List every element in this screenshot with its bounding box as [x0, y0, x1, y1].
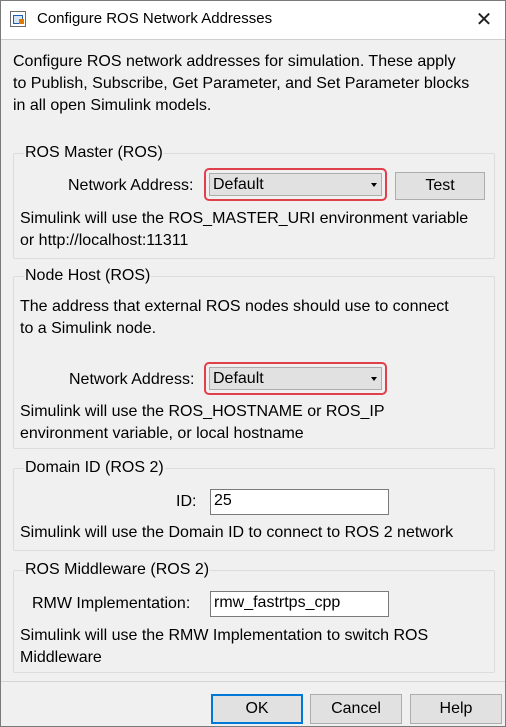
ros-master-group: ROS Master (ROS) Network Address: Defaul…: [13, 142, 495, 259]
master-desc-line-1: Simulink will use the ROS_MASTER_URI env…: [20, 210, 469, 227]
test-button[interactable]: Test: [395, 172, 485, 200]
master-network-address-highlight: Default: [204, 168, 387, 201]
middleware-desc-line-2: Middleware: [20, 649, 102, 666]
intro-line-1: Configure ROS network addresses for simu…: [13, 53, 456, 70]
rmw-implementation-label: RMW Implementation:: [32, 595, 191, 612]
intro-line-3: in all open Simulink models.: [13, 97, 212, 114]
master-network-address-dropdown[interactable]: Default: [209, 173, 382, 196]
middleware-title: ROS Middleware (ROS 2): [24, 559, 211, 581]
close-icon[interactable]: ✕: [463, 1, 505, 39]
middleware-desc-line-1: Simulink will use the RMW Implementation…: [20, 627, 429, 644]
ros-master-title: ROS Master (ROS): [24, 142, 164, 164]
dialog-window: Configure ROS Network Addresses ✕ Config…: [0, 0, 506, 727]
node-host-intro-line-2: to a Simulink node.: [20, 320, 157, 337]
domain-id-title: Domain ID (ROS 2): [24, 457, 165, 479]
master-network-address-value: Default: [213, 176, 264, 193]
host-network-address-label: Network Address:: [69, 371, 195, 388]
intro-line-2: to Publish, Subscribe, Get Parameter, an…: [13, 75, 470, 92]
window-title: Configure ROS Network Addresses: [37, 10, 273, 27]
chevron-down-icon: [371, 183, 377, 187]
master-desc-line-2: or http://localhost:11311: [20, 232, 189, 249]
chevron-down-icon: [371, 377, 377, 381]
host-desc-line-1: Simulink will use the ROS_HOSTNAME or RO…: [20, 403, 385, 420]
title-bar[interactable]: Configure ROS Network Addresses ✕: [1, 1, 505, 39]
domain-id-group: Domain ID (ROS 2) ID: 25 Simulink will u…: [13, 457, 495, 551]
rmw-implementation-input[interactable]: rmw_fastrtps_cpp: [210, 591, 389, 617]
cancel-button[interactable]: Cancel: [310, 694, 402, 724]
domain-id-desc: Simulink will use the Domain ID to conne…: [20, 524, 454, 541]
ok-button[interactable]: OK: [211, 694, 303, 724]
help-button[interactable]: Help: [410, 694, 502, 724]
master-network-address-label: Network Address:: [68, 177, 194, 194]
node-host-title: Node Host (ROS): [24, 265, 152, 287]
host-network-address-highlight: Default: [204, 362, 387, 395]
middleware-group: ROS Middleware (ROS 2) RMW Implementatio…: [13, 559, 495, 673]
intro-text: Configure ROS network addresses for simu…: [13, 51, 497, 117]
host-desc-line-2: environment variable, or local hostname: [20, 425, 304, 442]
simulink-app-icon: [10, 11, 26, 27]
domain-id-label: ID:: [176, 493, 197, 510]
host-network-address-value: Default: [213, 370, 264, 387]
node-host-group: Node Host (ROS) The address that externa…: [13, 265, 495, 449]
host-network-address-dropdown[interactable]: Default: [209, 367, 382, 390]
node-host-intro-line-1: The address that external ROS nodes shou…: [20, 298, 449, 315]
domain-id-input[interactable]: 25: [210, 489, 389, 515]
